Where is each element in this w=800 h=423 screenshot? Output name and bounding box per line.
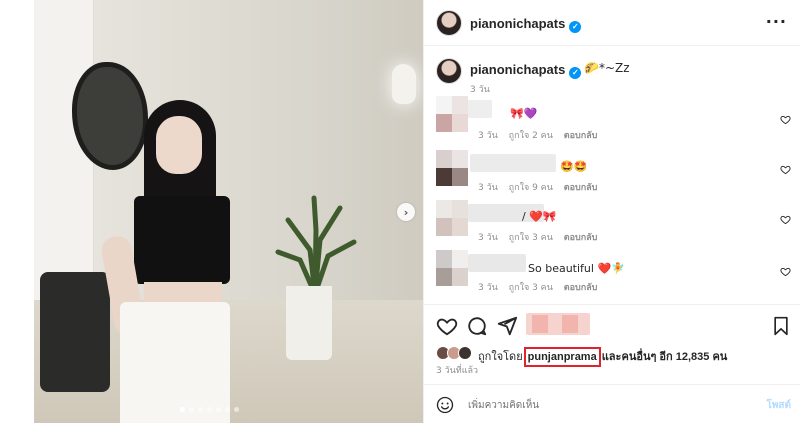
chevron-right-icon: ›	[403, 205, 409, 219]
verified-badge-icon: ✓	[569, 67, 582, 79]
commenter-name-blurred	[470, 154, 556, 172]
post-photo[interactable]: ›	[0, 0, 423, 423]
commenter-avatar-blurred[interactable]	[436, 200, 468, 236]
commenter-name-blurred	[468, 100, 492, 118]
reply-button[interactable]: ตอบกลับ	[564, 233, 598, 243]
comment-meta: 3 วัน ถูกใจ 9 คน ตอบกลับ	[478, 180, 605, 194]
carousel-next-button[interactable]: ›	[397, 203, 415, 221]
comment-like-heart-icon[interactable]	[780, 114, 791, 125]
comment-like-heart-icon[interactable]	[780, 214, 791, 225]
likes-summary: ถูกใจโดย punjanprama และคนอื่นๆ อีก 12,835…	[424, 344, 800, 367]
post-side-panel: pianonichapats ✓ ··· pianonichapats ✓ 🌮*~Z…	[423, 0, 800, 423]
comment-meta: 3 วัน ถูกใจ 2 คน ตอบกลับ	[478, 128, 605, 142]
carousel-dot	[225, 407, 230, 412]
comment-likes[interactable]: ถูกใจ 3 คน	[509, 233, 553, 243]
caption: pianonichapats ✓ 🌮*~Zz 3 วัน	[424, 52, 800, 96]
comment-meta: 3 วัน ถูกใจ 3 คน ตอบกลับ	[478, 280, 605, 294]
reply-button[interactable]: ตอบกลับ	[564, 283, 598, 293]
carousel-dot	[189, 407, 194, 412]
comment-time[interactable]: 3 วัน	[478, 183, 498, 193]
commenter-avatar-blurred[interactable]	[436, 250, 468, 286]
reply-button[interactable]: ตอบกลับ	[564, 131, 598, 141]
carousel-dot	[198, 407, 203, 412]
caption-avatar[interactable]	[436, 58, 462, 84]
author-username[interactable]: pianonichapats ✓	[470, 16, 582, 33]
photo-wall-lamp	[392, 64, 416, 104]
heart-icon[interactable]	[436, 315, 458, 337]
photo-subject	[90, 96, 250, 423]
comment-text: 🎀💜	[510, 107, 538, 120]
comment-time[interactable]: 3 วัน	[478, 233, 498, 243]
comment-like-heart-icon[interactable]	[780, 266, 791, 277]
share-icon[interactable]	[496, 315, 518, 337]
comment: 🎀💜 3 วัน ถูกใจ 2 คน ตอบกลับ	[424, 96, 800, 146]
carousel-dot	[180, 407, 185, 412]
carousel-dot	[207, 407, 212, 412]
comment-text: So beautiful ❤️🧚	[528, 262, 625, 275]
photo-plant	[275, 195, 357, 294]
smiley-icon[interactable]	[436, 396, 454, 414]
comment-likes[interactable]: ถูกใจ 9 คน	[509, 183, 553, 193]
comment: 🤩🤩 3 วัน ถูกใจ 9 คน ตอบกลับ	[424, 150, 800, 200]
commenter-name-blurred	[468, 254, 526, 272]
comment-text: / ❤️🎀	[522, 210, 557, 223]
comment-time[interactable]: 3 วัน	[478, 131, 498, 141]
blurred-liker-avatars	[526, 313, 590, 335]
comment-text: 🤩🤩	[560, 160, 588, 173]
highlighted-liker-username[interactable]: punjanprama	[523, 347, 601, 367]
comment-icon[interactable]	[466, 315, 488, 337]
bookmark-icon[interactable]	[771, 315, 791, 337]
post-header: pianonichapats ✓ ···	[424, 0, 800, 46]
post-time[interactable]: 3 วันที่แล้ว	[436, 363, 478, 377]
likes-text: ถูกใจโดย punjanprama และคนอื่นๆ อีก 12,835…	[478, 347, 727, 367]
photo-edge	[0, 0, 34, 423]
comment: So beautiful ❤️🧚 3 วัน ถูกใจ 3 คน ตอบกลั…	[424, 250, 800, 300]
commenter-avatar-blurred[interactable]	[436, 96, 468, 132]
add-comment-bar: โพสต์	[424, 384, 800, 423]
liker-avatars[interactable]	[436, 346, 474, 362]
comment-meta: 3 วัน ถูกใจ 3 คน ตอบกลับ	[478, 230, 605, 244]
caption-time[interactable]: 3 วัน	[470, 82, 490, 96]
action-bar	[424, 304, 800, 344]
comment-input[interactable]	[468, 395, 748, 415]
comment-likes[interactable]: ถูกใจ 2 คน	[509, 131, 553, 141]
commenter-avatar-blurred[interactable]	[436, 150, 468, 186]
photo-plant-pot	[286, 286, 332, 360]
post-comment-button[interactable]: โพสต์	[766, 398, 791, 413]
comment-time[interactable]: 3 วัน	[478, 283, 498, 293]
caption-text: 🌮*~Zz	[584, 61, 630, 75]
caption-username[interactable]: pianonichapats ✓	[470, 62, 582, 79]
comment-likes[interactable]: ถูกใจ 3 คน	[509, 283, 553, 293]
more-horizontal-icon[interactable]: ···	[766, 12, 787, 31]
carousel-dots	[180, 407, 239, 413]
likes-count-link[interactable]: และคนอื่นๆ อีก 12,835 คน	[602, 351, 728, 363]
carousel-dot	[234, 407, 239, 412]
author-avatar[interactable]	[436, 10, 462, 36]
comment: / ❤️🎀 3 วัน ถูกใจ 3 คน ตอบกลับ	[424, 200, 800, 250]
reply-button[interactable]: ตอบกลับ	[564, 183, 598, 193]
verified-badge-icon: ✓	[569, 21, 582, 33]
carousel-dot	[216, 407, 221, 412]
comment-like-heart-icon[interactable]	[780, 164, 791, 175]
